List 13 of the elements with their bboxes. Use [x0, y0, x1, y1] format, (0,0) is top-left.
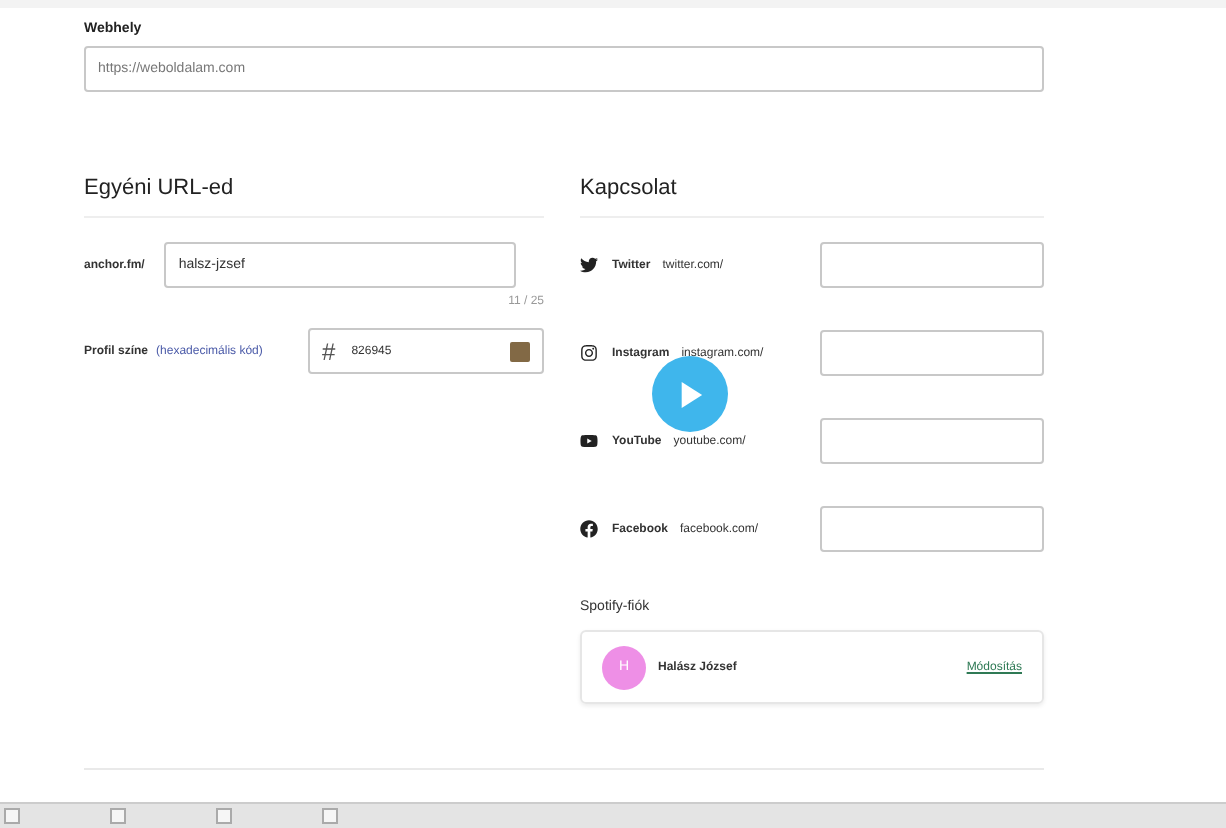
profile-field[interactable]: [820, 418, 1044, 464]
f-logo-icon: [580, 520, 598, 538]
play-button[interactable]: [652, 356, 728, 432]
profile-field[interactable]: [820, 330, 1044, 376]
play-icon: [677, 379, 703, 409]
profile-field[interactable]: [820, 506, 1044, 552]
hash-sign: #: [322, 337, 336, 365]
profile-field[interactable]: [820, 242, 1044, 288]
play-icon: [580, 432, 598, 450]
section-title: Egyéni URL-ed: [84, 176, 544, 218]
bird-icon: [580, 256, 598, 274]
camera-icon: [580, 344, 598, 362]
section-title: Kapcsolat: [580, 176, 1044, 218]
